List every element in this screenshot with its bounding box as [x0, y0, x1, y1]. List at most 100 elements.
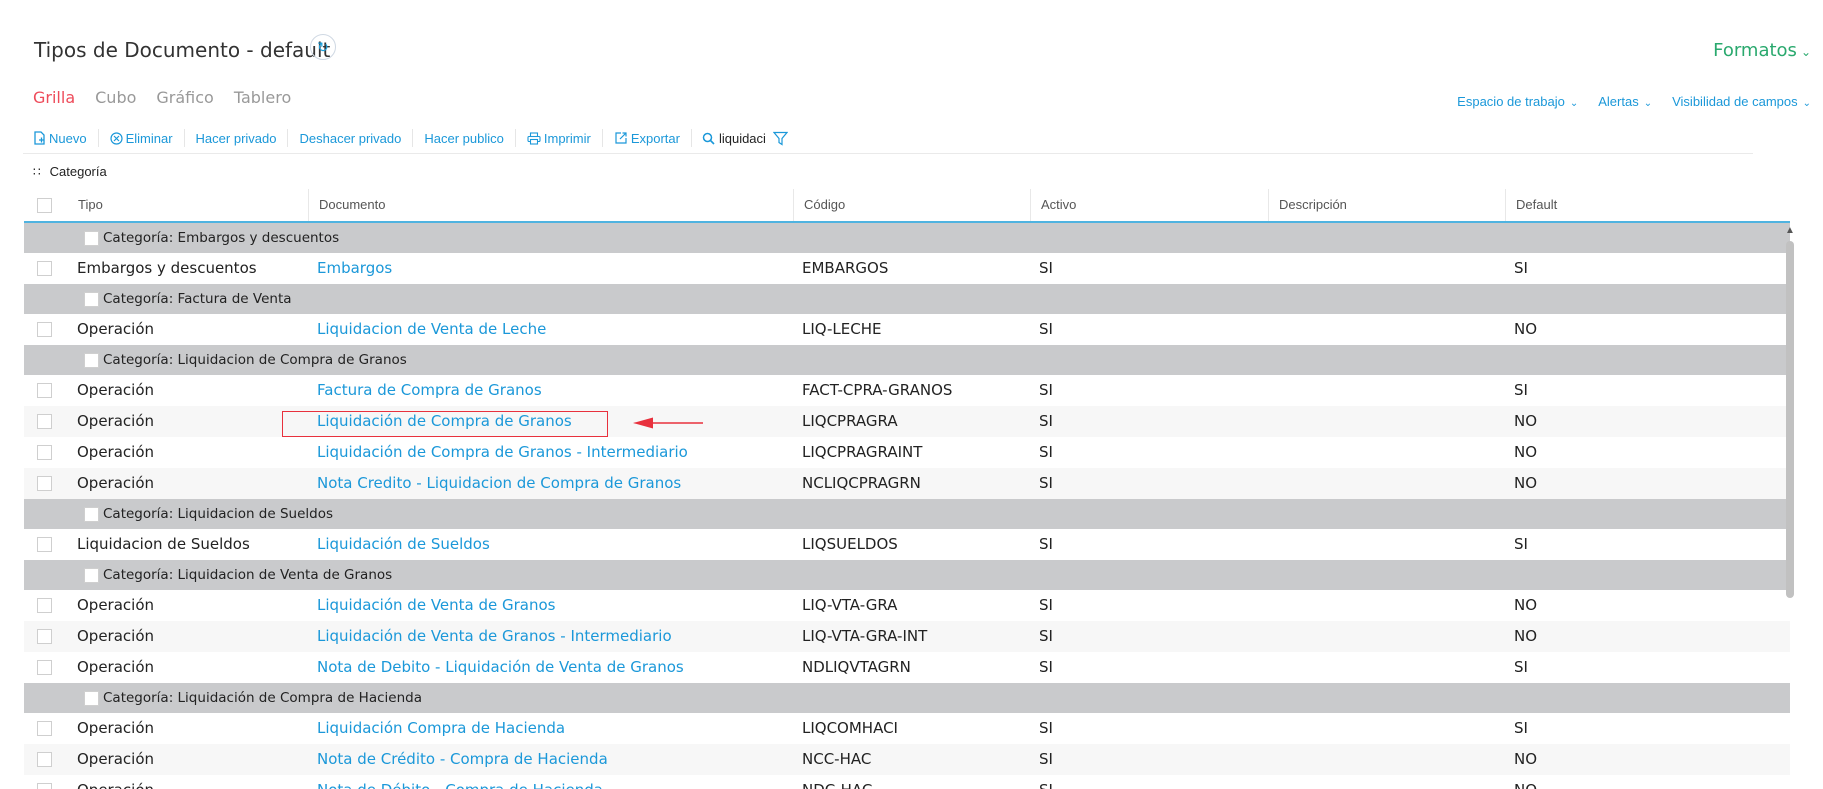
red-arrow-annotation-icon	[633, 417, 703, 429]
column-header-descripcion[interactable]: Descripción	[1268, 189, 1505, 221]
formatos-menu[interactable]: Formatos ⌄	[1713, 40, 1811, 61]
document-link[interactable]: Nota de Debito - Liquidación de Venta de…	[317, 652, 684, 683]
delete-circle-x-icon	[109, 131, 123, 145]
document-link[interactable]: Nota de Crédito - Compra de Hacienda	[317, 744, 608, 775]
group-row[interactable]: Categoría: Embargos y descuentos	[24, 223, 1790, 253]
row-checkbox[interactable]	[37, 322, 52, 337]
page-title: Tipos de Documento - default	[34, 38, 331, 62]
document-link[interactable]: Embargos	[317, 253, 392, 284]
document-link[interactable]: Liquidación Compra de Hacienda	[317, 713, 565, 744]
workspace-menu[interactable]: Espacio de trabajo ⌄	[1457, 94, 1578, 109]
filter-icon[interactable]	[772, 131, 788, 146]
table-row[interactable]: Operación Nota de Debito - Liquidación de…	[24, 652, 1790, 683]
row-checkbox[interactable]	[37, 261, 52, 276]
cell-activo: SI	[1039, 750, 1053, 768]
vertical-scrollbar[interactable]	[1786, 241, 1794, 598]
column-header-documento[interactable]: Documento	[308, 189, 793, 221]
row-checkbox[interactable]	[37, 629, 52, 644]
tab-tablero[interactable]: Tablero	[234, 88, 291, 107]
document-link[interactable]: Nota de Débito - Compra de Hacienda	[317, 775, 603, 789]
group-label: Categoría: Liquidacion de Compra de Gran…	[103, 352, 407, 368]
group-checkbox[interactable]	[84, 567, 99, 583]
table-row[interactable]: Liquidacion de Sueldos Liquidación de Sue…	[24, 529, 1790, 560]
table-row[interactable]: Operación Nota de Débito - Compra de Haci…	[24, 775, 1790, 789]
row-checkbox[interactable]	[37, 752, 52, 767]
cell-codigo: LIQCPRAGRAINT	[802, 443, 923, 461]
group-row[interactable]: Categoría: Liquidacion de Sueldos	[24, 499, 1790, 529]
column-header-tipo[interactable]: Tipo	[68, 189, 308, 221]
search-input[interactable]	[718, 130, 769, 146]
group-checkbox[interactable]	[84, 230, 99, 246]
scroll-up-arrow-icon[interactable]: ▲	[1785, 225, 1795, 236]
cell-codigo: FACT-CPRA-GRANOS	[802, 381, 953, 399]
group-row[interactable]: Categoría: Liquidacion de Venta de Grano…	[24, 560, 1790, 590]
select-all-checkbox[interactable]	[37, 198, 52, 214]
column-header-default[interactable]: Default	[1505, 189, 1790, 221]
right-menu: Espacio de trabajo ⌄ Alertas ⌄ Visibilidad…	[1457, 94, 1811, 109]
new-button[interactable]: Nuevo	[33, 129, 99, 147]
table-row[interactable]: Embargos y descuentos Embargos EMBARGOS SI S…	[24, 253, 1790, 284]
delete-button[interactable]: Eliminar	[99, 129, 185, 147]
undo-private-button[interactable]: Deshacer privado	[288, 129, 414, 147]
document-link[interactable]: Liquidación de Venta de Granos - Interme…	[317, 621, 672, 652]
select-all-cell	[24, 189, 68, 221]
group-checkbox[interactable]	[84, 352, 99, 368]
row-checkbox[interactable]	[37, 598, 52, 613]
table-row[interactable]: Operación Nota de Crédito - Compra de Hac…	[24, 744, 1790, 775]
row-checkbox[interactable]	[37, 414, 52, 429]
refresh-button[interactable]: ↻	[310, 34, 336, 60]
chevron-down-icon: ⌄	[1800, 45, 1811, 59]
row-select-cell	[37, 437, 52, 468]
row-checkbox[interactable]	[37, 537, 52, 552]
document-link[interactable]: Nota Credito - Liquidacion de Compra de …	[317, 468, 681, 499]
tab-grilla[interactable]: Grilla	[33, 88, 75, 107]
document-link[interactable]: Liquidación de Venta de Granos	[317, 590, 556, 621]
group-row[interactable]: Categoría: Factura de Venta	[24, 284, 1790, 314]
group-label: Categoría: Liquidacion de Sueldos	[103, 506, 334, 522]
column-header-activo[interactable]: Activo	[1030, 189, 1268, 221]
table-row[interactable]: Operación Liquidación de Compra de Granos…	[24, 437, 1790, 468]
group-checkbox[interactable]	[84, 690, 99, 706]
print-button[interactable]: Imprimir	[516, 129, 603, 147]
table-row[interactable]: Operación Liquidación Compra de Hacienda L…	[24, 713, 1790, 744]
table-row[interactable]: Operación Liquidación de Venta de Granos …	[24, 621, 1790, 652]
cell-codigo: NDC-HAC	[802, 775, 872, 789]
row-checkbox[interactable]	[37, 783, 52, 789]
make-private-button[interactable]: Hacer privado	[185, 129, 289, 147]
tab-cubo[interactable]: Cubo	[95, 88, 136, 107]
alerts-menu[interactable]: Alertas ⌄	[1598, 94, 1652, 109]
document-link[interactable]: Liquidación de Compra de Granos - Interm…	[317, 437, 688, 468]
make-private-label: Hacer privado	[195, 130, 277, 146]
cell-codigo: LIQ-LECHE	[802, 320, 882, 338]
search-box	[692, 130, 788, 146]
row-checkbox[interactable]	[37, 383, 52, 398]
export-button[interactable]: Exportar	[603, 129, 692, 147]
group-row[interactable]: Categoría: Liquidación de Compra de Haci…	[24, 683, 1790, 713]
grid-dots-icon[interactable]: ∷	[33, 165, 41, 179]
group-by-chip[interactable]: Categoría	[50, 164, 107, 179]
group-row[interactable]: Categoría: Liquidacion de Compra de Gran…	[24, 345, 1790, 375]
cell-codigo: NCLIQCPRAGRN	[802, 474, 921, 492]
cell-activo: SI	[1039, 443, 1053, 461]
group-checkbox[interactable]	[84, 291, 99, 307]
table-row[interactable]: Operación Liquidacion de Venta de Leche LI…	[24, 314, 1790, 345]
row-select-cell	[37, 468, 52, 499]
row-checkbox[interactable]	[37, 721, 52, 736]
table-row[interactable]: Operación Factura de Compra de Granos FACT…	[24, 375, 1790, 406]
row-checkbox[interactable]	[37, 660, 52, 675]
row-checkbox[interactable]	[37, 476, 52, 491]
table-row[interactable]: Operación Nota Credito - Liquidacion de C…	[24, 468, 1790, 499]
tab-grafico[interactable]: Gráfico	[156, 88, 213, 107]
cell-activo: SI	[1039, 535, 1053, 553]
table-row[interactable]: Operación Liquidación de Venta de Granos L…	[24, 590, 1790, 621]
make-public-button[interactable]: Hacer publico	[413, 129, 516, 147]
document-link[interactable]: Liquidación de Sueldos	[317, 529, 490, 560]
group-checkbox[interactable]	[84, 506, 99, 522]
new-document-icon	[34, 131, 45, 145]
printer-icon	[527, 131, 541, 145]
field-visibility-menu[interactable]: Visibilidad de campos ⌄	[1672, 94, 1811, 109]
column-header-codigo[interactable]: Código	[793, 189, 1030, 221]
row-checkbox[interactable]	[37, 445, 52, 460]
document-link[interactable]: Factura de Compra de Granos	[317, 375, 542, 406]
document-link[interactable]: Liquidacion de Venta de Leche	[317, 314, 546, 345]
